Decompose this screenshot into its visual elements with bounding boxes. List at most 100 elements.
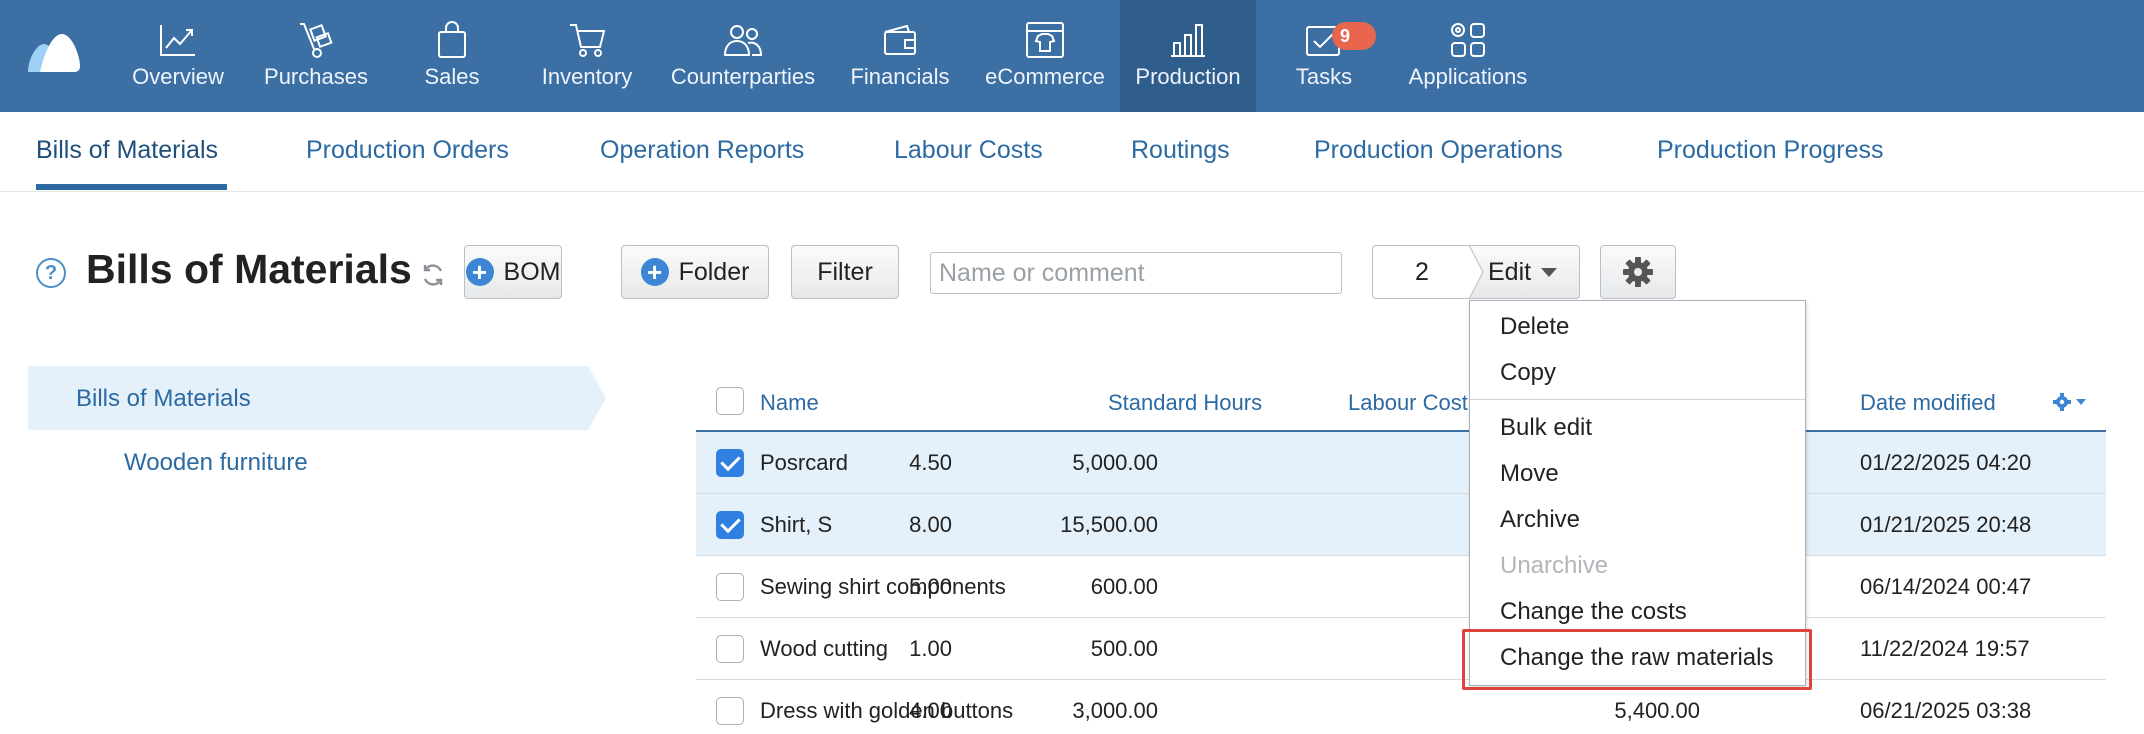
column-name[interactable]: Name xyxy=(760,390,819,416)
cell-standard-hours: 1.00 xyxy=(909,636,952,661)
cell-labour-cost: 5,000.00 xyxy=(1072,450,1158,475)
edit-dropdown-menu: Delete Copy Bulk edit Move Archive Unarc… xyxy=(1469,300,1806,686)
nav-overview[interactable]: Overview xyxy=(128,0,228,112)
apps-grid-icon xyxy=(1446,20,1490,60)
add-bom-button[interactable]: + BOM xyxy=(464,245,562,299)
tab-operation-reports[interactable]: Operation Reports xyxy=(600,136,804,165)
tab-production-progress[interactable]: Production Progress xyxy=(1657,136,1884,165)
cell-date-modified: 01/21/2025 20:48 xyxy=(1860,512,2032,537)
column-date-modified[interactable]: Date modified xyxy=(1860,390,1996,416)
column-labour-cost[interactable]: Labour Cost xyxy=(1348,390,1468,416)
folder-wooden-furniture[interactable]: Wooden furniture xyxy=(124,449,308,477)
table-row[interactable]: Sewing shirt components 5.00 600.00 06/1… xyxy=(696,556,2106,618)
cell-date-modified: 06/21/2025 03:38 xyxy=(1860,698,2032,723)
button-label: Edit xyxy=(1488,257,1532,286)
nav-financials[interactable]: Financials xyxy=(848,0,952,112)
cell-name: Posrcard xyxy=(760,450,849,475)
tab-labour-costs[interactable]: Labour Costs xyxy=(894,136,1043,165)
add-folder-button[interactable]: + Folder xyxy=(621,245,769,299)
top-navigation-bar: Overview Purchases Sales Inventory Count… xyxy=(0,0,2144,112)
chart-line-icon xyxy=(156,20,200,60)
row-checkbox[interactable] xyxy=(716,573,744,601)
row-checkbox[interactable] xyxy=(716,449,744,477)
cell-labour-cost: 600.00 xyxy=(1090,574,1158,599)
button-label: Filter xyxy=(817,257,873,286)
factory-icon xyxy=(1166,20,1210,60)
sub-navigation-bar: Bills of Materials Production Orders Ope… xyxy=(0,112,2144,192)
cell-date-modified: 11/22/2024 19:57 xyxy=(1860,636,2030,661)
search-input[interactable] xyxy=(930,252,1342,294)
nav-production[interactable]: Production xyxy=(1120,0,1256,112)
table-row[interactable]: Wood cutting 1.00 500.00 11/22/2024 19:5… xyxy=(696,618,2106,680)
tab-bills-of-materials[interactable]: Bills of Materials xyxy=(36,136,218,165)
column-settings-icon[interactable] xyxy=(2052,392,2088,412)
hand-truck-icon xyxy=(294,20,338,60)
task-check-icon: 9 xyxy=(1302,20,1376,60)
cell-standard-hours: 4.50 xyxy=(909,450,952,475)
cell-name: Shirt, S xyxy=(760,512,833,537)
tab-routings[interactable]: Routings xyxy=(1131,136,1230,165)
menu-item-delete[interactable]: Delete xyxy=(1500,313,1569,341)
tasks-count-badge: 9 xyxy=(1332,22,1376,50)
nav-sales[interactable]: Sales xyxy=(410,0,494,112)
menu-item-bulk-edit[interactable]: Bulk edit xyxy=(1500,414,1592,442)
menu-item-change-raw-materials[interactable]: Change the raw materials xyxy=(1500,644,1773,672)
cart-icon xyxy=(565,20,609,60)
menu-item-unarchive: Unarchive xyxy=(1500,552,1609,579)
row-checkbox[interactable] xyxy=(716,635,744,663)
nav-label: Counterparties xyxy=(670,64,816,89)
table-row[interactable]: Dress with golden buttons 4.00 3,000.00 … xyxy=(696,680,2106,734)
table-header: Name Standard Hours Labour Cost Date mod… xyxy=(696,370,2106,432)
select-all-checkbox[interactable] xyxy=(716,387,744,415)
cell-name: Dress with golden buttons xyxy=(760,698,1014,723)
table-row[interactable]: Shirt, S 8.00 15,500.00 01/21/2025 20:48 xyxy=(696,494,2106,556)
menu-item-archive[interactable]: Archive xyxy=(1500,506,1580,534)
nav-applications[interactable]: Applications xyxy=(1404,0,1532,112)
cell-name: Wood cutting xyxy=(760,636,889,661)
shopping-bag-icon xyxy=(430,20,474,60)
button-label: BOM xyxy=(503,257,561,286)
tab-production-orders[interactable]: Production Orders xyxy=(306,136,509,165)
menu-divider xyxy=(1470,399,1805,400)
storefront-shirt-icon xyxy=(1023,20,1067,60)
nav-label: Inventory xyxy=(541,64,633,89)
cell-labour-cost: 3,000.00 xyxy=(1072,698,1158,723)
cell-name: Sewing shirt components xyxy=(760,574,1006,599)
nav-counterparties[interactable]: Counterparties xyxy=(670,0,816,112)
gear-icon xyxy=(1623,257,1653,287)
cell-standard-hours: 5.00 xyxy=(909,574,952,599)
menu-item-copy[interactable]: Copy xyxy=(1500,359,1556,387)
nav-label: Tasks xyxy=(1295,64,1353,89)
filter-button[interactable]: Filter xyxy=(791,245,899,299)
nav-ecommerce[interactable]: eCommerce xyxy=(982,0,1108,112)
people-icon xyxy=(721,20,765,60)
row-checkbox[interactable] xyxy=(716,697,744,725)
folder-root[interactable]: Bills of Materials xyxy=(76,385,251,413)
nav-inventory[interactable]: Inventory xyxy=(536,0,638,112)
table-row[interactable]: Posrcard 4.50 5,000.00 01/22/2025 04:20 xyxy=(696,432,2106,494)
nav-tasks[interactable]: 9 Tasks xyxy=(1286,0,1376,112)
menu-item-change-costs[interactable]: Change the costs xyxy=(1500,598,1687,626)
nav-label: eCommerce xyxy=(985,64,1105,89)
tab-production-operations[interactable]: Production Operations xyxy=(1314,136,1563,165)
nav-purchases[interactable]: Purchases xyxy=(258,0,374,112)
nav-label: Sales xyxy=(424,64,480,89)
settings-button[interactable] xyxy=(1600,245,1676,299)
refresh-icon[interactable] xyxy=(420,262,446,288)
cell-extra-cost: 5,400.00 xyxy=(1614,698,1700,723)
app-logo-icon[interactable] xyxy=(26,30,82,74)
plus-icon: + xyxy=(640,258,669,286)
cell-labour-cost: 15,500.00 xyxy=(1060,512,1158,537)
cell-standard-hours: 8.00 xyxy=(909,512,952,537)
button-label: Folder xyxy=(678,257,750,286)
plus-icon: + xyxy=(465,258,494,286)
cell-standard-hours: 4.00 xyxy=(909,698,952,723)
edit-dropdown-button[interactable]: Edit xyxy=(1470,245,1580,299)
row-checkbox[interactable] xyxy=(716,511,744,539)
nav-label: Purchases xyxy=(264,64,368,89)
count-arrow-divider xyxy=(1469,245,1484,299)
help-icon[interactable]: ? xyxy=(36,258,66,288)
column-standard-hours[interactable]: Standard Hours xyxy=(1108,390,1262,416)
menu-item-move[interactable]: Move xyxy=(1500,460,1559,488)
page-title: Bills of Materials xyxy=(86,246,412,292)
